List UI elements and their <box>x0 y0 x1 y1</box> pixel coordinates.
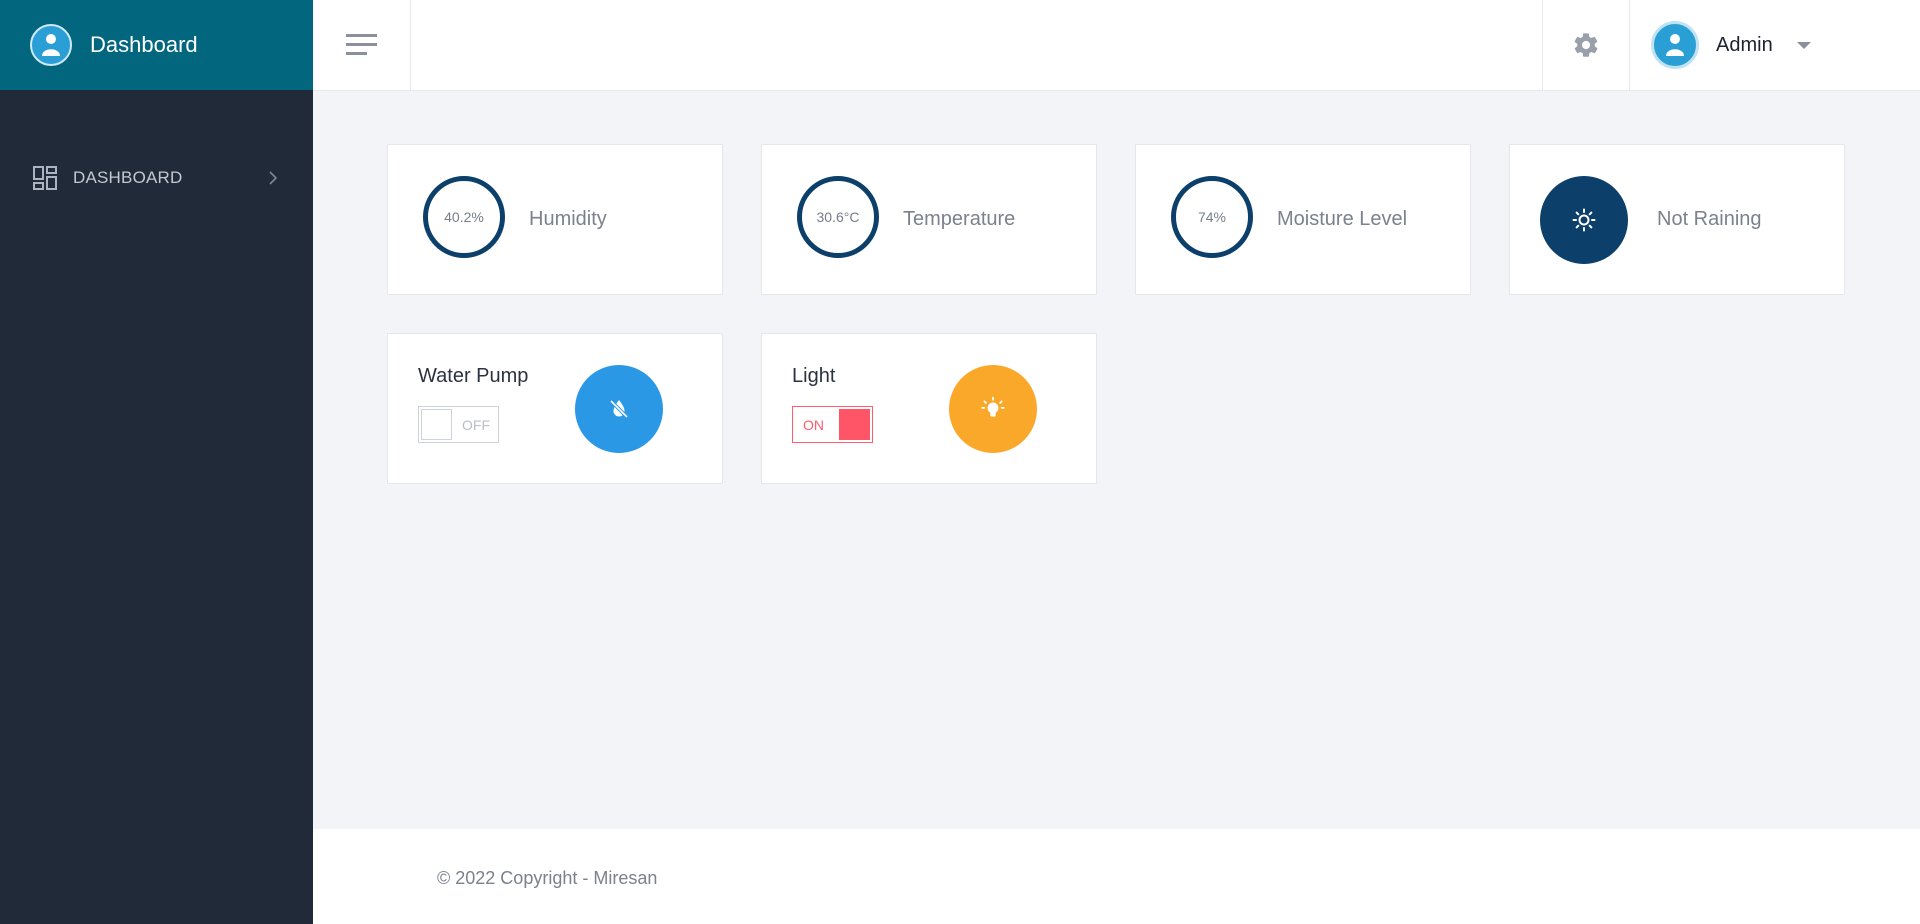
menu-toggle-button[interactable] <box>313 0 411 90</box>
sidebar-item-dashboard[interactable]: DASHBOARD <box>33 164 278 192</box>
moisture-label: Moisture Level <box>1277 208 1408 230</box>
user-name: Admin <box>1716 33 1773 56</box>
settings-button[interactable] <box>1542 0 1630 90</box>
chevron-down-icon <box>1796 41 1811 49</box>
humidity-card: 40.2% Humidity <box>387 144 723 295</box>
hamburger-icon <box>345 34 377 55</box>
water-pump-toggle[interactable]: OFF <box>418 406 499 443</box>
user-icon <box>42 34 60 56</box>
lightbulb-icon <box>981 396 1005 417</box>
sun-icon <box>1572 208 1596 232</box>
temperature-card: 30.6°C Temperature <box>761 144 1097 295</box>
light-button[interactable] <box>949 365 1037 453</box>
rain-status-label: Not Raining <box>1657 208 1762 230</box>
humidity-label: Humidity <box>529 208 607 230</box>
toggle-knob <box>421 409 452 440</box>
gear-icon <box>1574 33 1598 57</box>
temperature-label: Temperature <box>903 208 1016 230</box>
brand-logo <box>30 24 72 66</box>
sidebar: Dashboard DASHBOARD <box>0 0 313 924</box>
humidity-value: 40.2% <box>423 176 505 258</box>
dashboard-grid-icon <box>33 166 57 190</box>
brand-header: Dashboard <box>0 0 313 90</box>
toggle-knob <box>839 409 870 440</box>
light-card: Light ON <box>761 333 1097 484</box>
water-pump-title: Water Pump <box>418 365 529 387</box>
temperature-value: 30.6°C <box>797 176 879 258</box>
rain-status-circle <box>1540 176 1628 264</box>
user-icon <box>1666 34 1684 56</box>
rain-card: Not Raining <box>1509 144 1845 295</box>
water-off-icon <box>609 399 629 419</box>
water-pump-card: Water Pump OFF <box>387 333 723 484</box>
app-title: Dashboard <box>90 32 198 57</box>
water-pump-state: OFF <box>462 417 490 433</box>
sidebar-item-label: DASHBOARD <box>73 168 183 187</box>
moisture-value: 74% <box>1171 176 1253 258</box>
footer: © 2022 Copyright - Miresan <box>313 829 1920 924</box>
chevron-right-icon <box>269 171 278 185</box>
light-toggle[interactable]: ON <box>792 406 873 443</box>
light-title: Light <box>792 365 836 387</box>
top-header: Admin <box>313 0 1920 91</box>
water-pump-button[interactable] <box>575 365 663 453</box>
user-menu[interactable]: Admin <box>1651 0 1811 90</box>
light-state: ON <box>803 417 824 433</box>
avatar <box>1651 21 1699 69</box>
copyright-text: © 2022 Copyright - Miresan <box>437 868 658 888</box>
moisture-card: 74% Moisture Level <box>1135 144 1471 295</box>
